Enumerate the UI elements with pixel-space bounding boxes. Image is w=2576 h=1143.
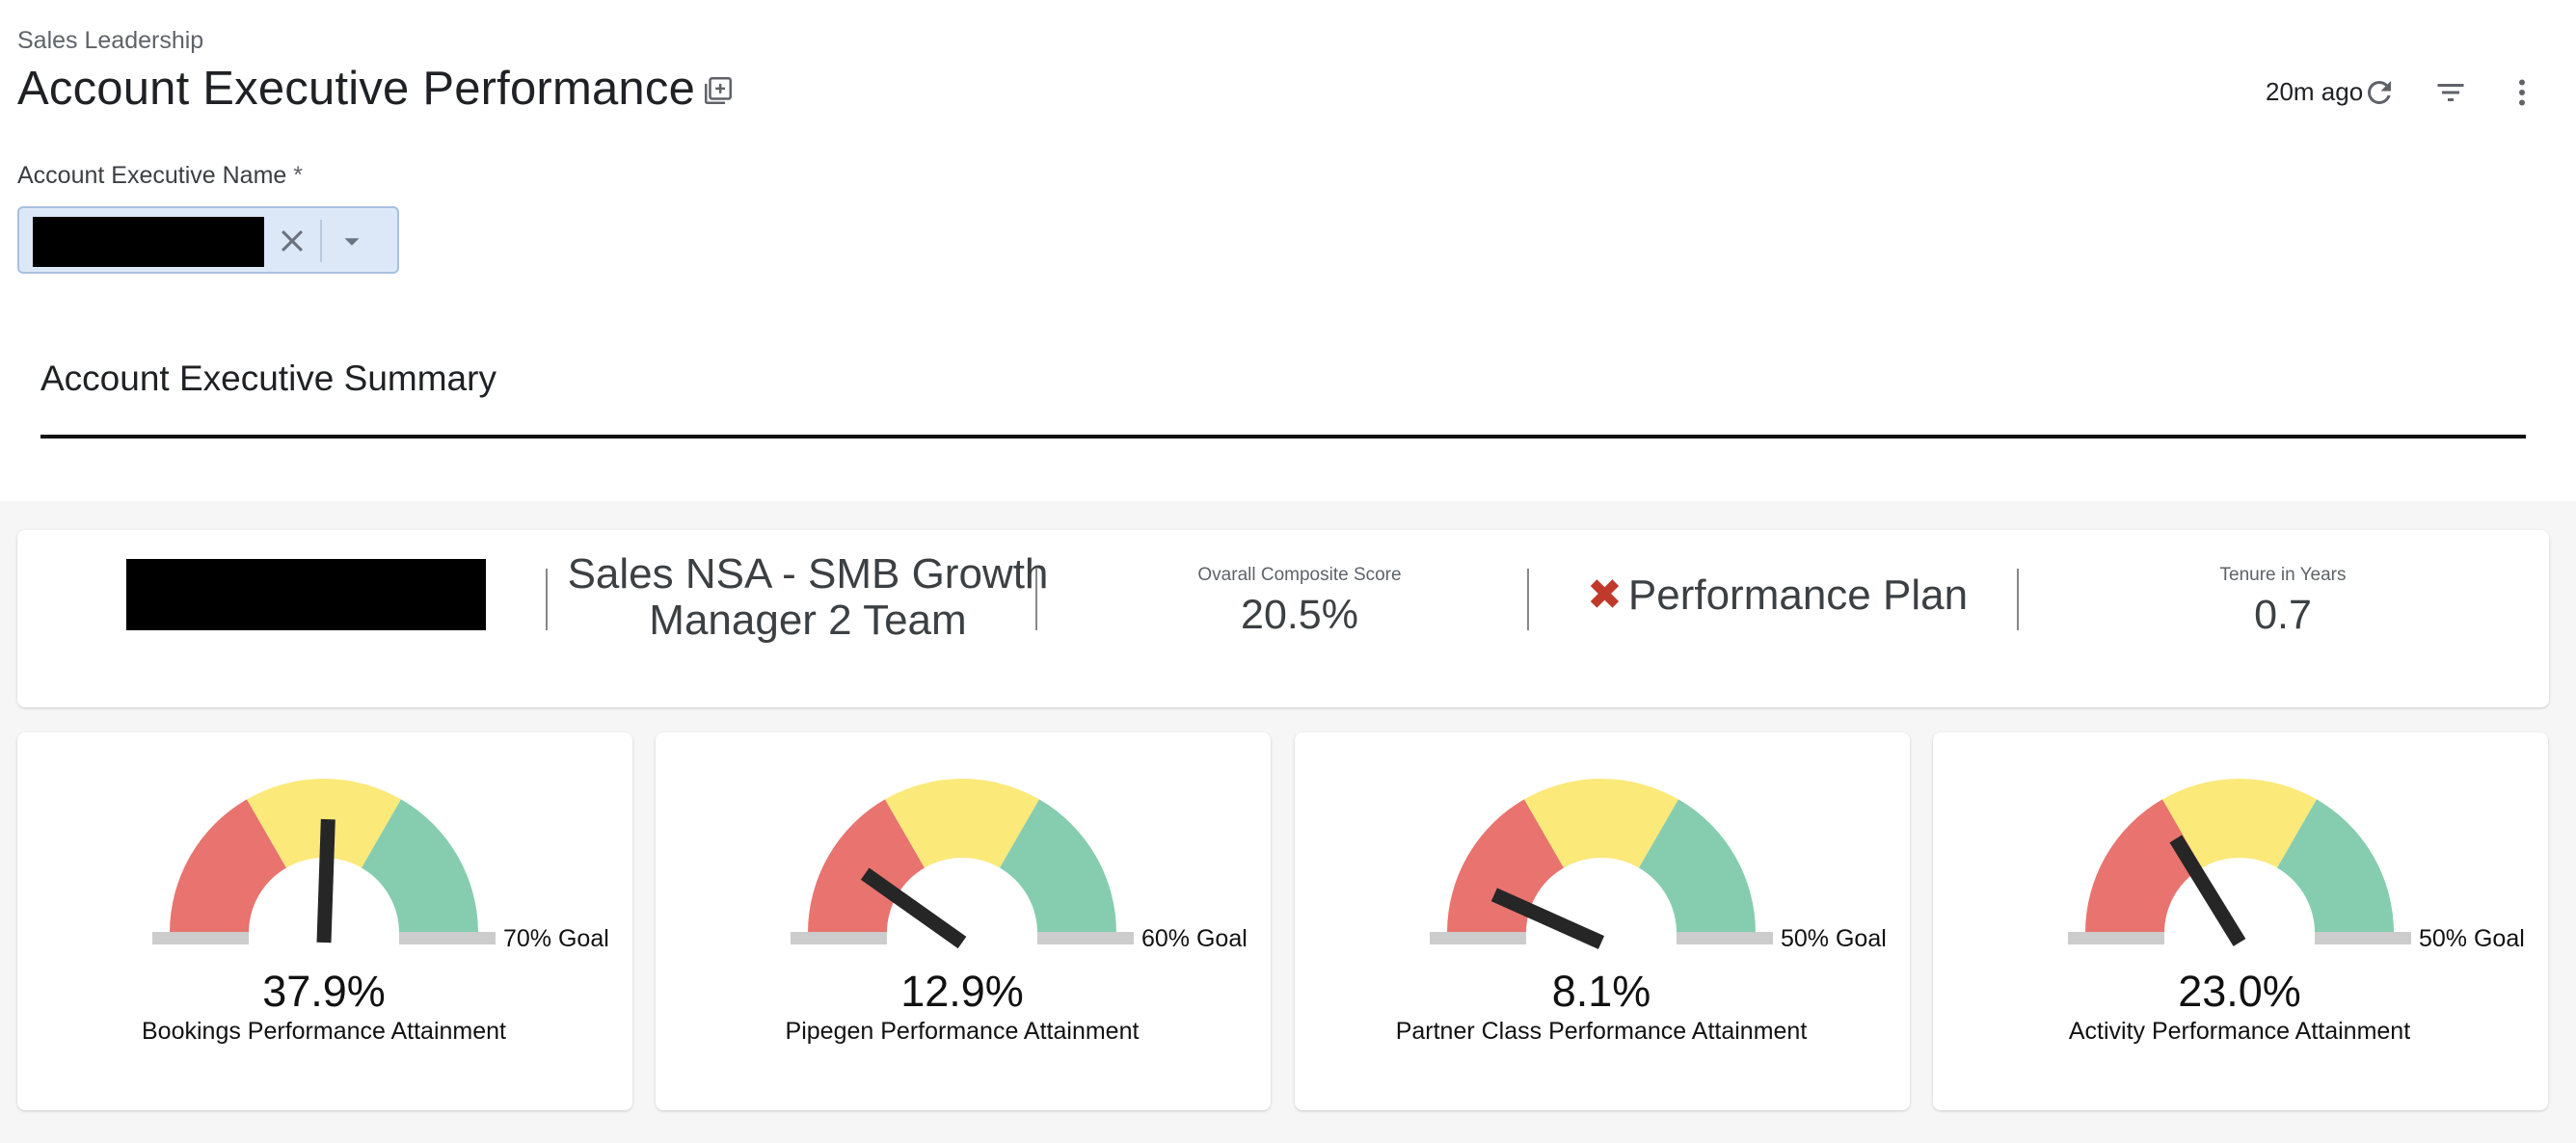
summary-card: Sales NSA - SMB Growth Manager 2 Team Ov… (17, 530, 2549, 707)
account-executive-select[interactable] (17, 206, 399, 274)
gauge-base-right (1677, 932, 1773, 944)
gauge-value: 8.1% (1552, 967, 1651, 1016)
gauge-label: Pipegen Performance Attainment (786, 1018, 1140, 1045)
section-title: Account Executive Summary (40, 359, 496, 398)
gauge-base-right (2315, 932, 2411, 944)
page-title: Account Executive Performance (17, 63, 696, 115)
filter-label-text: Account Executive Name (17, 162, 287, 189)
account-executive-name-redacted (126, 559, 486, 630)
gauge-goal-label: 50% Goal (1781, 925, 1887, 952)
gauge-base-right (1037, 932, 1134, 944)
gauge-card-pipegen: 60% Goal 12.9% Pipegen Performance Attainm… (656, 732, 1271, 1110)
composite-score-value: 20.5% (1241, 592, 1358, 638)
last-updated: 20m ago (2266, 77, 2364, 106)
select-divider (320, 220, 322, 262)
gauge-value: 12.9% (900, 967, 1024, 1016)
gauge-base-right (399, 932, 496, 944)
gauge-pipegen: 60% Goal 12.9%Pipegen Performance Attainm… (786, 779, 1248, 1045)
gauge-goal-label: 50% Goal (2419, 925, 2525, 952)
performance-status: ✖ Performance Plan (1587, 571, 1968, 620)
gauge-bookings: 70% Goal 37.9%Bookings Performance Attain… (142, 779, 609, 1045)
gauge-activity: 50% Goal 23.0%Activity Performance Attain… (2068, 779, 2525, 1045)
gauge-base-left (152, 932, 249, 944)
gauge-label: Bookings Performance Attainment (142, 1018, 506, 1045)
composite-score-label: Ovarall Composite Score (1197, 565, 1402, 585)
gauge-label: Partner Class Performance Attainment (1396, 1018, 1808, 1045)
tenure-label: Tenure in Years (2219, 565, 2347, 585)
gauge-base-left (1430, 932, 1526, 944)
tenure: Tenure in Years 0.7 (2071, 565, 2495, 639)
gauge-base-left (791, 932, 887, 944)
divider (1035, 569, 1037, 630)
gauge-label: Activity Performance Attainment (2069, 1018, 2410, 1045)
gauge-needle (316, 818, 335, 944)
composite-score: Ovarall Composite Score 20.5% (1087, 565, 1512, 639)
filter-icon[interactable] (2433, 75, 2468, 110)
refresh-icon[interactable] (2362, 75, 2397, 110)
gauge-card-bookings: 70% Goal 37.9% Bookings Performance Attain… (17, 732, 632, 1110)
filter-label: Account Executive Name * (17, 162, 303, 190)
gauge-goal-label: 60% Goal (1141, 925, 1248, 952)
chevron-down-icon[interactable] (337, 227, 366, 256)
divider (1527, 569, 1529, 630)
section-divider (40, 435, 2526, 439)
gauge-base-left (2068, 932, 2164, 944)
add-to-board-icon[interactable] (702, 74, 735, 107)
close-icon: ✖ (1587, 572, 1623, 619)
team-name: Sales NSA - SMB Growth Manager 2 Team (567, 550, 1049, 644)
divider (546, 569, 548, 630)
gauge-partner-class: 50% Goal 8.1%Partner Class Performance At… (1396, 779, 1887, 1045)
more-vert-icon[interactable] (2505, 75, 2539, 110)
required-mark: * (293, 162, 303, 189)
selected-value-redacted (33, 217, 264, 267)
gauge-card-activity: 50% Goal 23.0% Activity Performance Attain… (1933, 732, 2548, 1110)
tenure-value: 0.7 (2254, 592, 2312, 638)
divider (2017, 569, 2019, 630)
gauge-value: 37.9% (262, 967, 386, 1016)
clear-icon[interactable] (276, 225, 309, 257)
gauge-card-partner-class: 50% Goal 8.1% Partner Class Performance At… (1295, 732, 1910, 1110)
performance-status-text: Performance Plan (1627, 572, 1969, 619)
gauge-goal-label: 70% Goal (503, 925, 609, 952)
gauge-value: 23.0% (2178, 967, 2301, 1016)
breadcrumb[interactable]: Sales Leadership (17, 27, 203, 55)
